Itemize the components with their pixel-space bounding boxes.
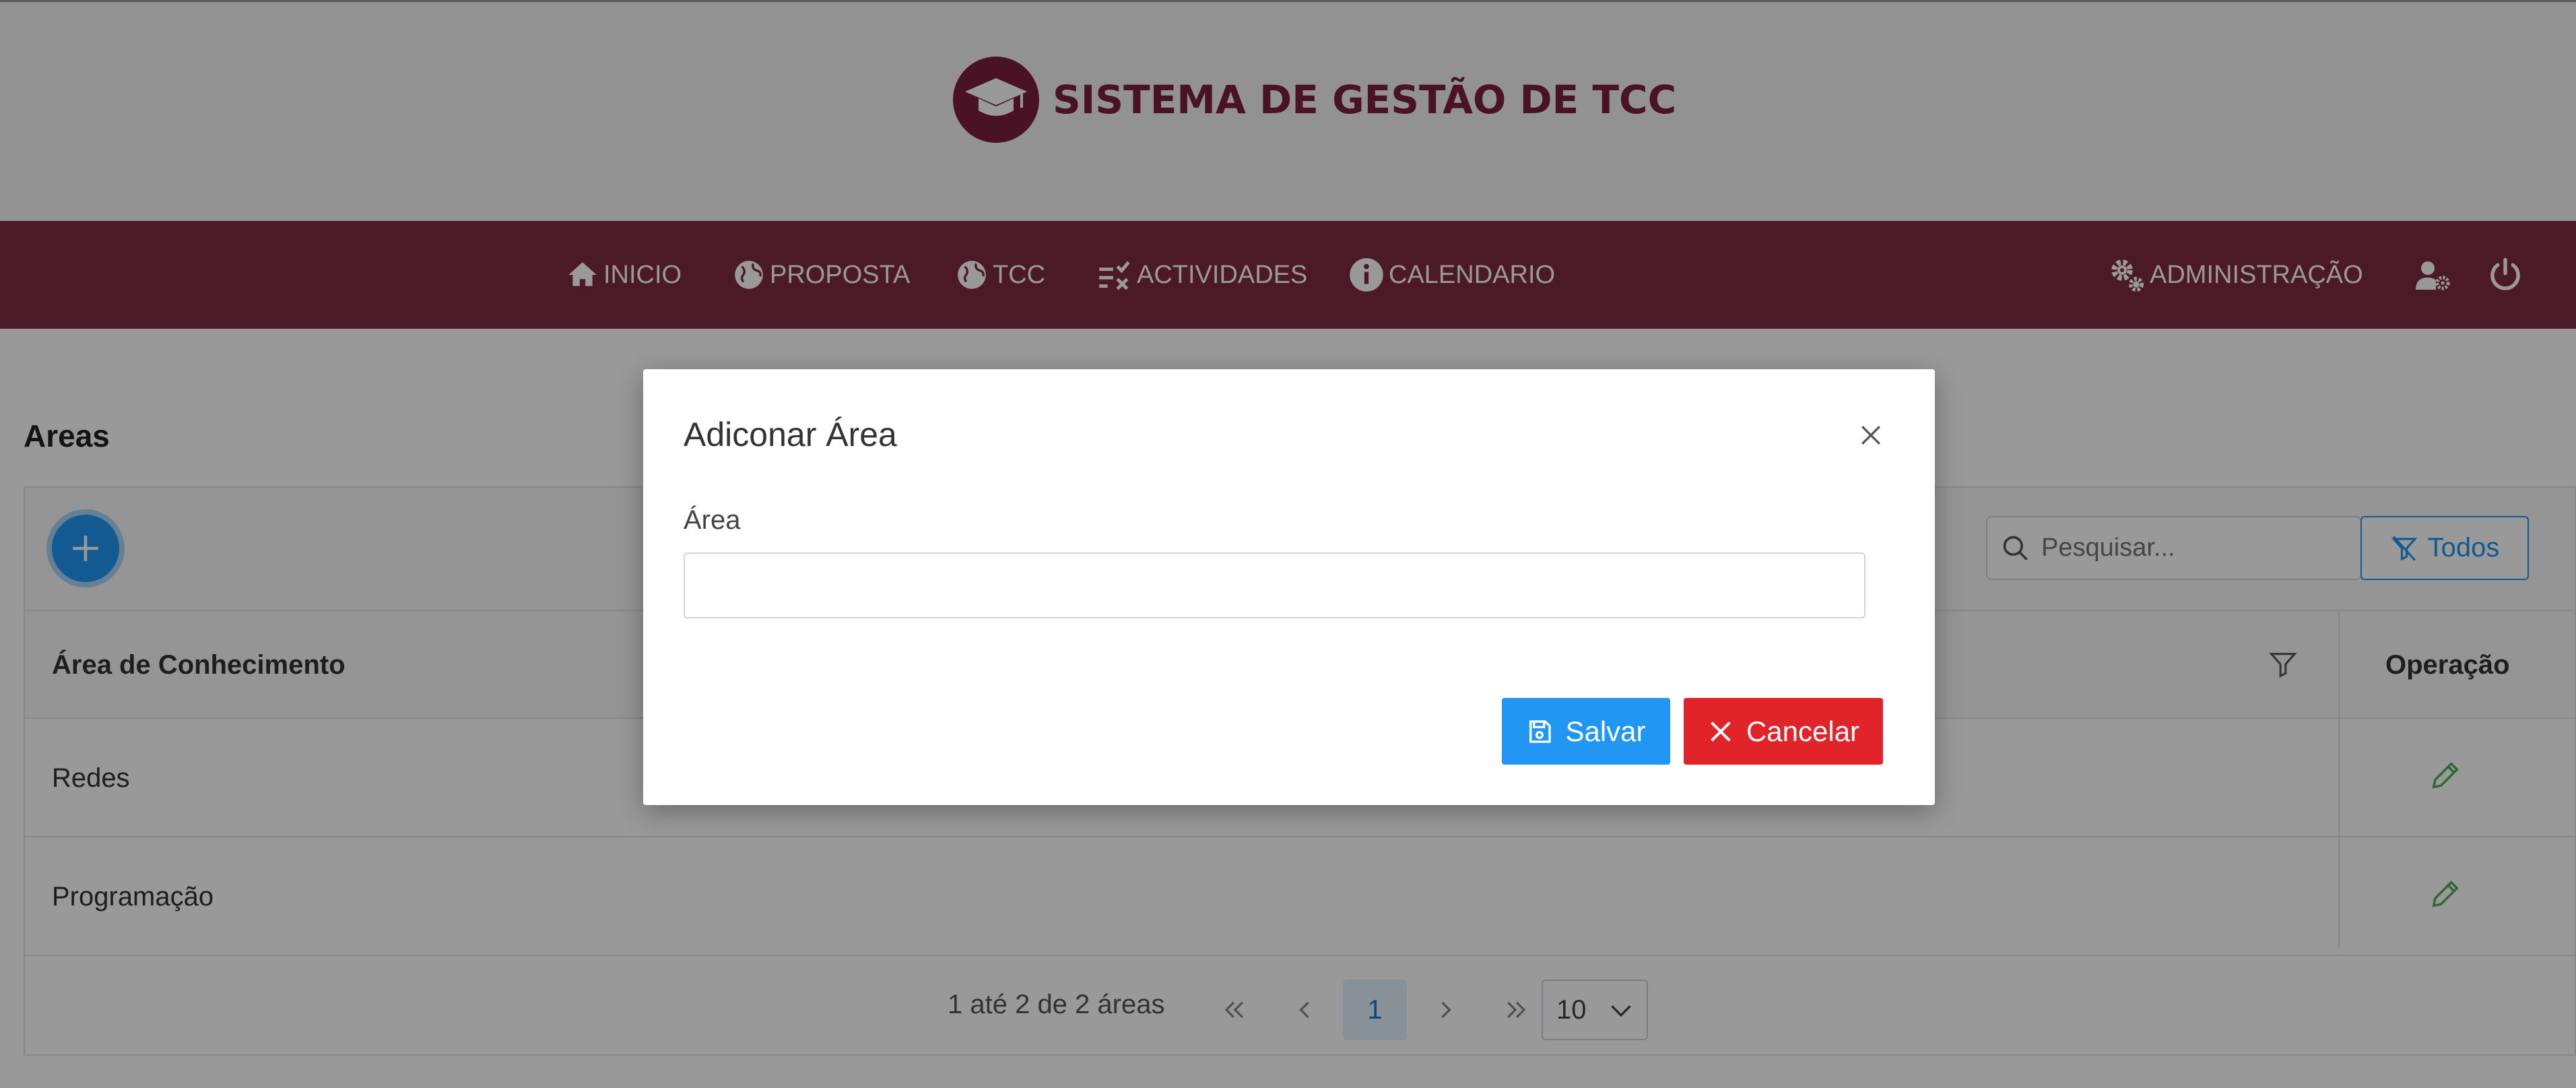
cancel-button-label: Cancelar (1746, 715, 1860, 747)
save-button[interactable]: Salvar (1502, 698, 1670, 765)
area-field-label: Área (684, 505, 741, 535)
area-input[interactable] (684, 552, 1865, 618)
close-icon (1711, 721, 1731, 742)
save-button-label: Salvar (1565, 715, 1646, 747)
add-area-dialog: Adiconar Área Área Salvar Cancelar (643, 369, 1935, 805)
close-icon[interactable] (1852, 416, 1890, 454)
save-icon (1529, 719, 1552, 743)
dialog-title: Adiconar Área (684, 416, 897, 453)
cancel-button[interactable]: Cancelar (1684, 698, 1883, 765)
